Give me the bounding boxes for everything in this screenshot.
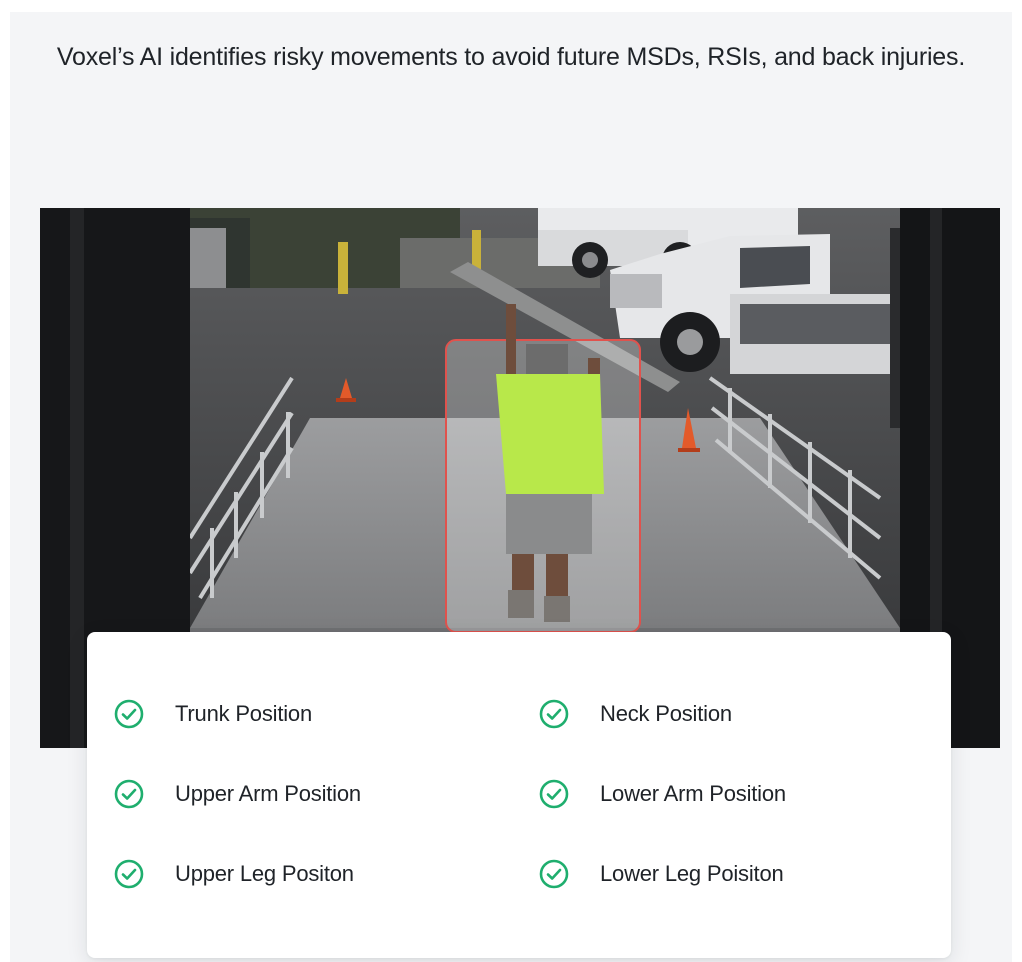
feature-label: Neck Position xyxy=(600,701,732,726)
check-circle-icon xyxy=(113,698,145,730)
feature-label: Trunk Position xyxy=(175,701,312,726)
check-circle-icon xyxy=(113,858,145,890)
feature-label: Lower Arm Position xyxy=(600,781,786,806)
feature-item-trunk-position: Trunk Position xyxy=(113,694,312,734)
feature-item-lower-leg-position: Lower Leg Poisiton xyxy=(538,854,784,894)
check-circle-icon xyxy=(538,698,570,730)
feature-item-neck-position: Neck Position xyxy=(538,694,732,734)
feature-item-upper-leg-position: Upper Leg Positon xyxy=(113,854,354,894)
feature-label: Upper Leg Positon xyxy=(175,861,354,886)
feature-card: Trunk Position Neck Position Upper Arm P… xyxy=(87,632,951,958)
feature-item-lower-arm-position: Lower Arm Position xyxy=(538,774,786,814)
feature-label: Upper Arm Position xyxy=(175,781,361,806)
feature-item-upper-arm-position: Upper Arm Position xyxy=(113,774,361,814)
check-circle-icon xyxy=(113,778,145,810)
feature-label: Lower Leg Poisiton xyxy=(600,861,784,886)
headline: Voxel’s AI identifies risky movements to… xyxy=(56,43,966,71)
check-circle-icon xyxy=(538,778,570,810)
check-circle-icon xyxy=(538,858,570,890)
